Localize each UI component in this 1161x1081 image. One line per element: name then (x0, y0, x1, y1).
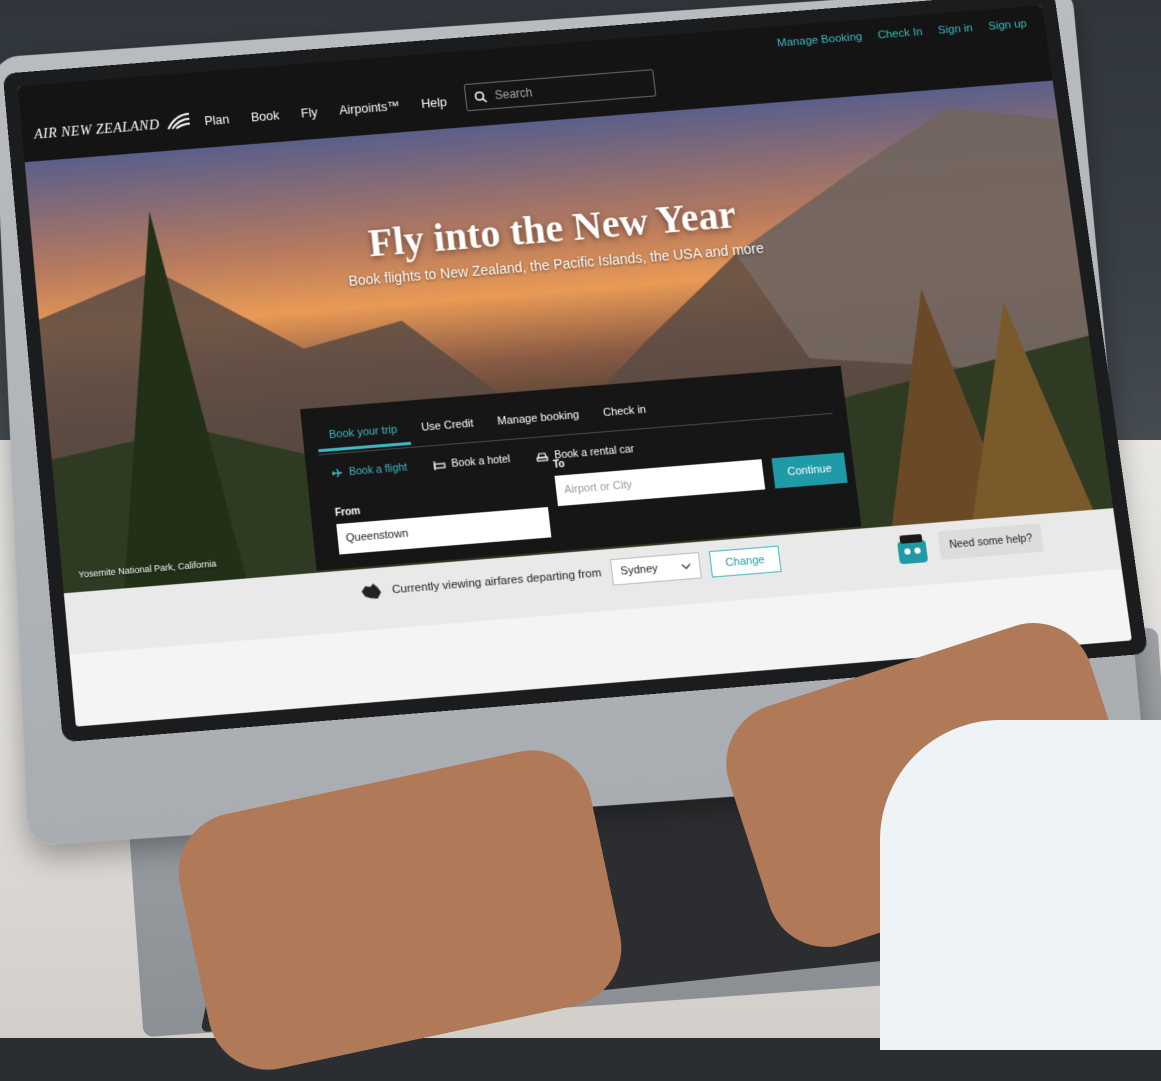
book-hotel-option[interactable]: Book a hotel (433, 453, 511, 471)
nav-help[interactable]: Help (421, 95, 448, 111)
nav-airpoints[interactable]: Airpoints™ (339, 99, 401, 117)
nav-plan[interactable]: Plan (204, 113, 230, 129)
tab-book-your-trip[interactable]: Book your trip (316, 415, 411, 453)
plane-icon (330, 467, 343, 480)
nav-book[interactable]: Book (250, 109, 280, 125)
hero-banner: Fly into the New Year Book flights to Ne… (24, 80, 1114, 594)
from-label: From (334, 505, 361, 520)
book-hotel-label: Book a hotel (450, 453, 511, 470)
book-flight-option[interactable]: Book a flight (330, 461, 408, 479)
australia-map-icon (360, 583, 382, 600)
brand-logo[interactable]: AIR NEW ZEALAND (34, 118, 161, 144)
book-rental-car-option[interactable]: Book a rental car (536, 443, 635, 463)
booking-tabs: Book your trip Use Credit Manage booking… (316, 395, 660, 453)
nav-fly[interactable]: Fly (300, 106, 318, 121)
help-label: Need some help? (937, 523, 1045, 561)
selected-city: Sydney (619, 562, 659, 578)
to-label: To (552, 458, 566, 471)
tab-check-in[interactable]: Check in (589, 395, 660, 430)
search-input[interactable] (491, 75, 646, 104)
check-in-link[interactable]: Check In (877, 26, 923, 41)
search-box[interactable] (463, 69, 657, 112)
manage-booking-link[interactable]: Manage Booking (776, 31, 862, 49)
change-button[interactable]: Change (708, 545, 782, 578)
continue-button[interactable]: Continue (771, 452, 848, 489)
sign-in-link[interactable]: Sign in (937, 22, 973, 36)
chatbot-icon (897, 533, 929, 565)
search-icon (473, 90, 487, 104)
book-rental-car-label: Book a rental car (553, 443, 635, 462)
koru-logo-icon (165, 110, 193, 133)
utility-nav: Manage Booking Check In Sign in Sign up (776, 18, 1027, 49)
help-widget[interactable]: Need some help? (893, 520, 1045, 566)
book-flight-label: Book a flight (348, 461, 408, 479)
from-input[interactable] (336, 506, 552, 555)
browser-screen: AIR NEW ZEALAND Plan Book Fly Airpoints™… (17, 5, 1132, 727)
shirt-sleeve (880, 720, 1161, 1050)
bed-icon (433, 458, 446, 471)
main-nav: Plan Book Fly Airpoints™ Help (204, 95, 448, 128)
departure-city-select[interactable]: Sydney (610, 552, 703, 586)
tab-use-credit[interactable]: Use Credit (408, 409, 488, 445)
sign-up-link[interactable]: Sign up (988, 18, 1028, 33)
chevron-down-icon (681, 563, 692, 570)
car-icon (536, 450, 549, 463)
airfare-text: Currently viewing airfares departing fro… (391, 567, 603, 597)
to-input[interactable] (554, 459, 766, 507)
